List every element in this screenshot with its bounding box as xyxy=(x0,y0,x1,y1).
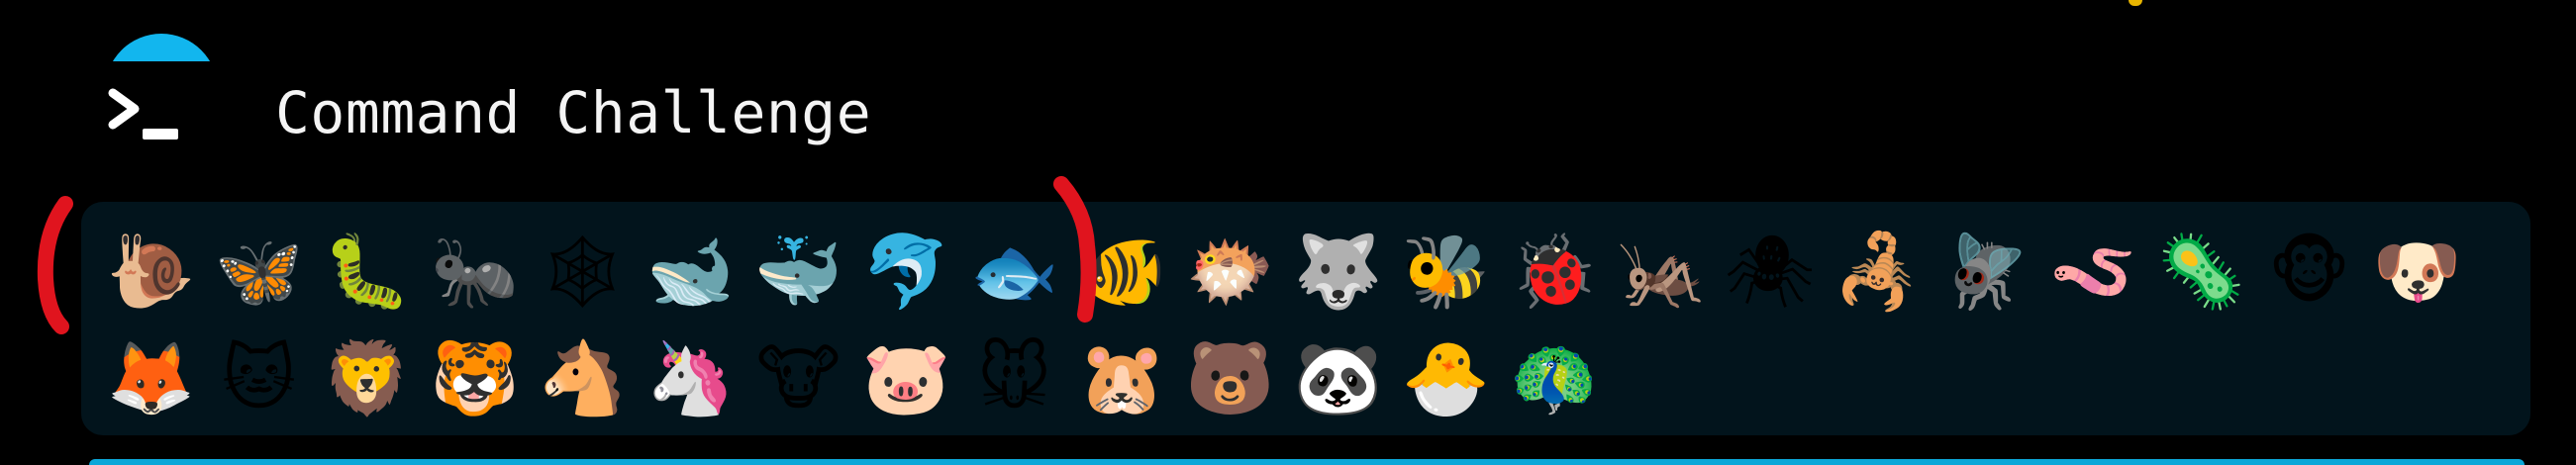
emoji-monkey-face-icon[interactable]: 🐵 xyxy=(2255,218,2363,325)
emoji-cat-face-icon[interactable]: 🐱 xyxy=(205,325,313,431)
emoji-mouse-face-icon[interactable]: 🐭 xyxy=(960,325,1068,431)
terminal-prompt-icon xyxy=(108,88,178,140)
emoji-whale-icon[interactable]: 🐋 xyxy=(637,218,744,325)
emoji-snail-icon[interactable]: 🐌 xyxy=(97,218,205,325)
page-title: Command Challenge xyxy=(275,79,872,146)
emoji-caterpillar-icon[interactable]: 🐛 xyxy=(313,218,421,325)
emoji-peacock-icon[interactable]: 🦚 xyxy=(1500,325,1608,431)
emoji-hatching-chick-icon[interactable]: 🐣 xyxy=(1392,325,1500,431)
emoji-spider-icon[interactable]: 🕷 xyxy=(1716,218,1824,325)
emoji-dolphin-icon[interactable]: 🐬 xyxy=(852,218,960,325)
emoji-horse-face-icon[interactable]: 🐴 xyxy=(529,325,637,431)
emoji-bee-icon[interactable]: 🐝 xyxy=(1392,218,1500,325)
emoji-butterfly-icon[interactable]: 🦋 xyxy=(205,218,313,325)
emoji-tropical-fish-icon[interactable]: 🐠 xyxy=(1068,218,1176,325)
emoji-wolf-icon[interactable]: 🐺 xyxy=(1284,218,1392,325)
emoji-spouting-whale-icon[interactable]: 🐳 xyxy=(744,218,852,325)
emoji-bear-icon[interactable]: 🐻 xyxy=(1176,325,1284,431)
red-left-bracket-mark xyxy=(37,196,73,334)
emoji-hamster-icon[interactable]: 🐹 xyxy=(1068,325,1176,431)
emoji-scorpion-icon[interactable]: 🦂 xyxy=(1824,218,1932,325)
emoji-spider-web-icon[interactable]: 🕸 xyxy=(529,218,637,325)
emoji-ladybug-icon[interactable]: 🐞 xyxy=(1500,218,1608,325)
next-panel-edge xyxy=(89,459,2525,465)
emoji-panda-icon[interactable]: 🐼 xyxy=(1284,325,1392,431)
emoji-microbe-icon[interactable]: 🦠 xyxy=(2147,218,2255,325)
emoji-unicorn-icon[interactable]: 🦄 xyxy=(637,325,744,431)
decorative-mark xyxy=(2129,0,2142,6)
emoji-pig-face-icon[interactable]: 🐷 xyxy=(852,325,960,431)
emoji-blowfish-icon[interactable]: 🐡 xyxy=(1176,218,1284,325)
emoji-picker-panel: 🐌 🦋 🐛 🐜 🕸 🐋 🐳 🐬 🐟 🐠 🐡 🐺 🐝 🐞 🦗 🕷 🦂 🪰 🪱 🦠 🐵 🐶 🦊 🐱 🦁 🐯 🐴 🦄 🐮 🐷 🐭 🐹 🐻 🐼 🐣 🦚 xyxy=(81,202,2530,435)
emoji-cow-face-icon[interactable]: 🐮 xyxy=(744,325,852,431)
emoji-worm-icon[interactable]: 🪱 xyxy=(2039,218,2147,325)
emoji-dog-face-icon[interactable]: 🐶 xyxy=(2363,218,2471,325)
emoji-tiger-face-icon[interactable]: 🐯 xyxy=(421,325,529,431)
emoji-fox-icon[interactable]: 🦊 xyxy=(97,325,205,431)
emoji-cricket-icon[interactable]: 🦗 xyxy=(1608,218,1716,325)
emoji-lion-icon[interactable]: 🦁 xyxy=(313,325,421,431)
emoji-grid: 🐌 🦋 🐛 🐜 🕸 🐋 🐳 🐬 🐟 🐠 🐡 🐺 🐝 🐞 🦗 🕷 🦂 🪰 🪱 🦠 🐵 🐶 🦊 🐱 🦁 🐯 🐴 🦄 🐮 🐷 🐭 🐹 🐻 🐼 🐣 🦚 xyxy=(97,218,2542,431)
emoji-fly-icon[interactable]: 🪰 xyxy=(1932,218,2039,325)
emoji-fish-icon[interactable]: 🐟 xyxy=(960,218,1068,325)
emoji-ant-icon[interactable]: 🐜 xyxy=(421,218,529,325)
